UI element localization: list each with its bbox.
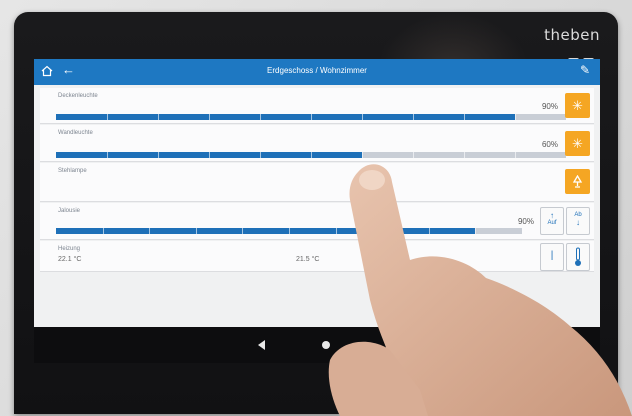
device-label: Jalousie [58,208,81,214]
blind-down-button[interactable]: Ab ↓ [566,207,590,235]
slider-tick [311,152,312,158]
setpoint-temperature: 21.5 °C [296,256,320,263]
nav-back-icon[interactable] [258,340,265,350]
slider-tick [475,228,476,234]
position-readout: 90% [517,217,534,226]
nav-home-icon[interactable] [322,341,330,349]
thermometer-icon[interactable] [566,243,590,271]
pencil-icon[interactable]: ✎ [580,63,590,77]
slider-tick [429,228,430,234]
slider-tick [260,114,261,120]
brand-logo: theben [544,26,600,44]
nav-recent-icon[interactable] [386,341,393,348]
device-row-jalousie: Jalousie 90% ↑ Auf Ab ↓ [40,203,594,240]
slider-tick [413,114,414,120]
level-readout: 90% [541,102,558,111]
slider-tick [336,228,337,234]
app-screen: ← Erdgeschoss / Wohnzimmer ✎ Deckenleuch… [34,59,600,327]
blind-up-button[interactable]: ↑ Auf [540,207,564,235]
blind-slider[interactable] [56,228,522,234]
slider-tick [107,114,108,120]
slider-tick [515,152,516,158]
arrow-up-icon: ↑ [550,211,554,220]
slider-tick [382,228,383,234]
device-row-heizung: Heizung 22.1 °C 21.5 °C | [40,241,594,272]
slider-tick [103,228,104,234]
slider-tick [107,152,108,158]
app-bar: ← Erdgeschoss / Wohnzimmer ✎ [34,59,600,85]
slider-tick [464,152,465,158]
slider-tick [362,152,363,158]
light-dimmer-icon[interactable]: ✳ [565,131,590,156]
device-label: Deckenleuchte [58,93,98,99]
setpoint-button[interactable]: | [540,243,564,271]
bar-icon: | [550,250,554,261]
slider-tick [311,114,312,120]
system-nav-bar [34,327,600,363]
level-readout: 60% [541,140,558,149]
slider-tick [242,228,243,234]
page-title: Erdgeschoss / Wohnzimmer [267,66,367,75]
actual-temperature: 22.1 °C [58,256,82,263]
slider-tick [158,152,159,158]
device-row-wandleuchte: Wandleuchte 60% ✳ [40,125,594,162]
slider-tick [158,114,159,120]
slider-tick [515,114,516,120]
device-row-deckenleuchte: Deckenleuchte 90% ✳ [40,88,594,124]
slider-tick [464,114,465,120]
slider-tick [209,114,210,120]
dimmer-slider[interactable] [56,114,566,120]
lamp-icon[interactable] [565,169,590,194]
arrow-down-icon: ↓ [576,218,580,227]
slider-tick [196,228,197,234]
device-row-stehlampe: Stehlampe [40,163,594,202]
device-label: Stehlampe [58,168,87,174]
slider-tick [289,228,290,234]
slider-tick [362,114,363,120]
slider-tick [209,152,210,158]
device-label: Heizung [58,246,81,252]
device-label: Wandleuchte [58,130,93,136]
slider-tick [260,152,261,158]
blind-up-label: Auf [547,220,557,226]
light-dimmer-icon[interactable]: ✳ [565,93,590,118]
slider-tick [413,152,414,158]
slider-tick [149,228,150,234]
slider-fill [56,114,515,120]
slider-fill [56,228,476,234]
dimmer-slider[interactable] [56,152,566,158]
